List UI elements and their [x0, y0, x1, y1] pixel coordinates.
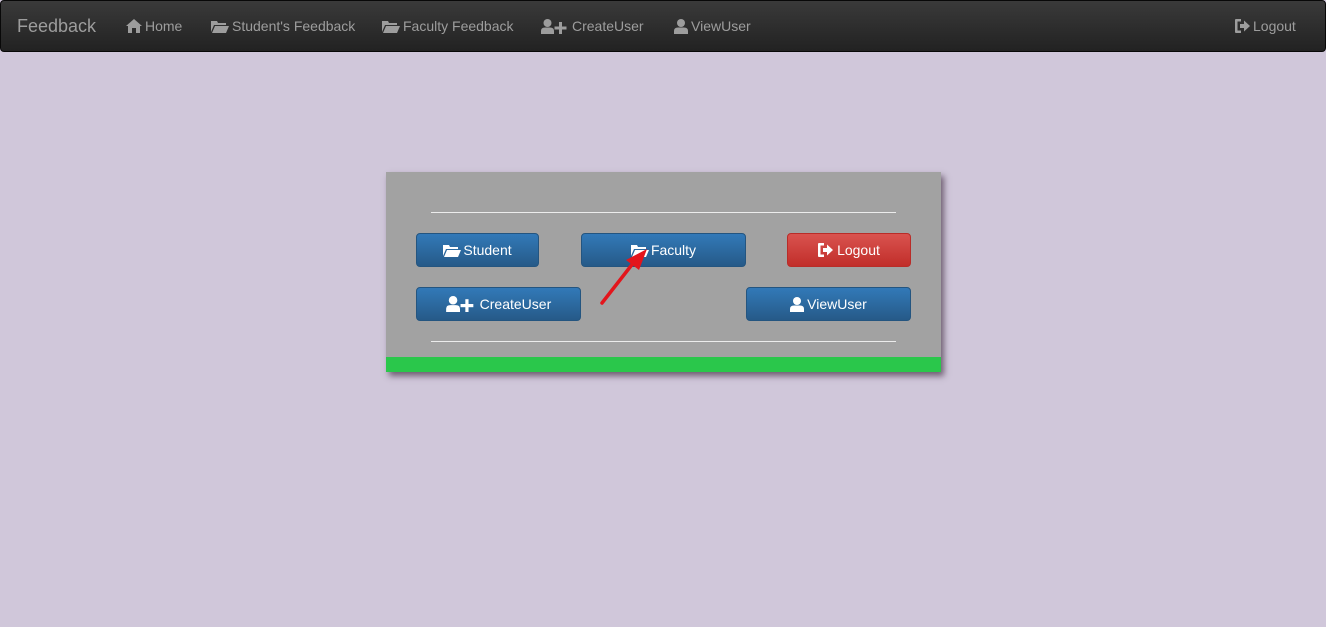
add-user-icon	[445, 296, 474, 312]
nav-home-label: Home	[145, 18, 183, 34]
create-user-button-label: CreateUser	[475, 296, 552, 312]
student-button[interactable]: Student	[416, 233, 539, 267]
status-accent-bar	[386, 357, 941, 372]
nav-faculty-feedback[interactable]: Faculty Feedback	[382, 16, 514, 36]
nav-create-user[interactable]: CreateUser	[541, 16, 644, 36]
nav-view-user[interactable]: ViewUser	[674, 16, 751, 36]
user-icon	[790, 296, 805, 312]
student-button-label: Student	[463, 242, 512, 258]
navbar-brand[interactable]: Feedback	[17, 15, 96, 37]
folder-open-icon	[443, 244, 462, 257]
logout-button[interactable]: Logout	[787, 233, 911, 267]
faculty-button-label: Faculty	[650, 242, 697, 258]
dashboard-panel: Student Faculty Logout CreateUser ViewUs…	[386, 172, 941, 372]
nav-students-feedback-label: Student's Feedback	[232, 18, 356, 34]
folder-open-icon	[211, 20, 229, 33]
logout-icon	[1235, 19, 1250, 33]
view-user-button-label: ViewUser	[807, 296, 867, 312]
bottom-divider	[431, 341, 896, 342]
folder-open-icon	[630, 244, 649, 257]
nav-students-feedback[interactable]: Student's Feedback	[211, 16, 355, 36]
logout-button-label: Logout	[837, 242, 880, 258]
top-navbar: Feedback Home Student's Feedback Faculty…	[0, 0, 1326, 52]
faculty-button[interactable]: Faculty	[581, 233, 746, 267]
add-user-icon	[541, 18, 567, 34]
nav-view-user-label: ViewUser	[691, 18, 751, 34]
nav-home[interactable]: Home	[126, 16, 182, 36]
nav-create-user-label: CreateUser	[572, 18, 644, 34]
logout-icon	[818, 243, 834, 257]
folder-open-icon	[382, 20, 400, 33]
user-icon	[674, 18, 688, 34]
nav-logout[interactable]: Logout	[1235, 16, 1296, 36]
home-icon	[126, 19, 142, 33]
nav-faculty-feedback-label: Faculty Feedback	[403, 18, 514, 34]
create-user-button[interactable]: CreateUser	[416, 287, 581, 321]
view-user-button[interactable]: ViewUser	[746, 287, 911, 321]
top-divider	[431, 212, 896, 213]
nav-logout-label: Logout	[1253, 18, 1296, 34]
